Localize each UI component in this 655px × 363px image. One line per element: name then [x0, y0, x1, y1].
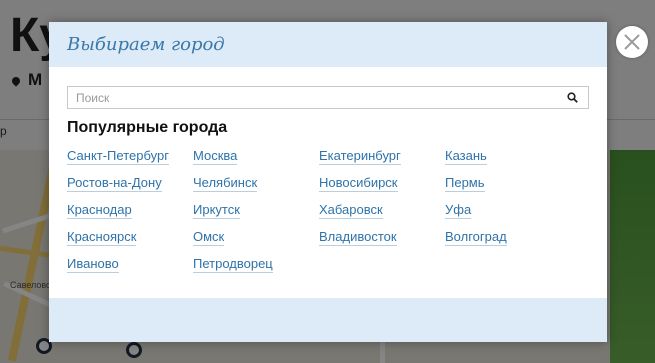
city-select-modal: Выбираем город Популярные города Санкт-П… [49, 22, 607, 342]
modal-footer [49, 298, 607, 342]
close-icon [624, 34, 640, 50]
modal-title: Выбираем город [67, 34, 225, 55]
city-link[interactable]: Уфа [445, 200, 570, 227]
city-link[interactable]: Санкт-Петербург [67, 146, 192, 173]
city-link[interactable]: Владивосток [319, 227, 444, 254]
search-box [67, 86, 589, 109]
city-link[interactable]: Волгоград [445, 227, 570, 254]
city-link[interactable]: Пермь [445, 173, 570, 200]
city-link[interactable]: Краснодар [67, 200, 192, 227]
city-link[interactable]: Новосибирск [319, 173, 444, 200]
city-link[interactable]: Екатеринбург [319, 146, 444, 173]
city-column: Москва Челябинск Иркутск Омск Петродворе… [193, 146, 318, 281]
city-link[interactable]: Красноярск [67, 227, 192, 254]
city-link[interactable]: Москва [193, 146, 318, 173]
city-link[interactable]: Иваново [67, 254, 192, 281]
search-icon[interactable] [567, 92, 578, 103]
city-link[interactable]: Хабаровск [319, 200, 444, 227]
city-link[interactable]: Петродворец [193, 254, 318, 281]
city-link[interactable]: Иркутск [193, 200, 318, 227]
close-button[interactable] [616, 26, 648, 58]
city-link[interactable]: Челябинск [193, 173, 318, 200]
search-input[interactable] [68, 87, 566, 108]
city-column: Санкт-Петербург Ростов-на-Дону Краснодар… [67, 146, 192, 281]
city-link[interactable]: Казань [445, 146, 570, 173]
popular-cities-heading: Популярные города [67, 119, 228, 136]
city-link[interactable]: Омск [193, 227, 318, 254]
city-column: Казань Пермь Уфа Волгоград [445, 146, 570, 254]
modal-header: Выбираем город [49, 22, 607, 67]
city-column: Екатеринбург Новосибирск Хабаровск Влади… [319, 146, 444, 254]
city-link[interactable]: Ростов-на-Дону [67, 173, 192, 200]
